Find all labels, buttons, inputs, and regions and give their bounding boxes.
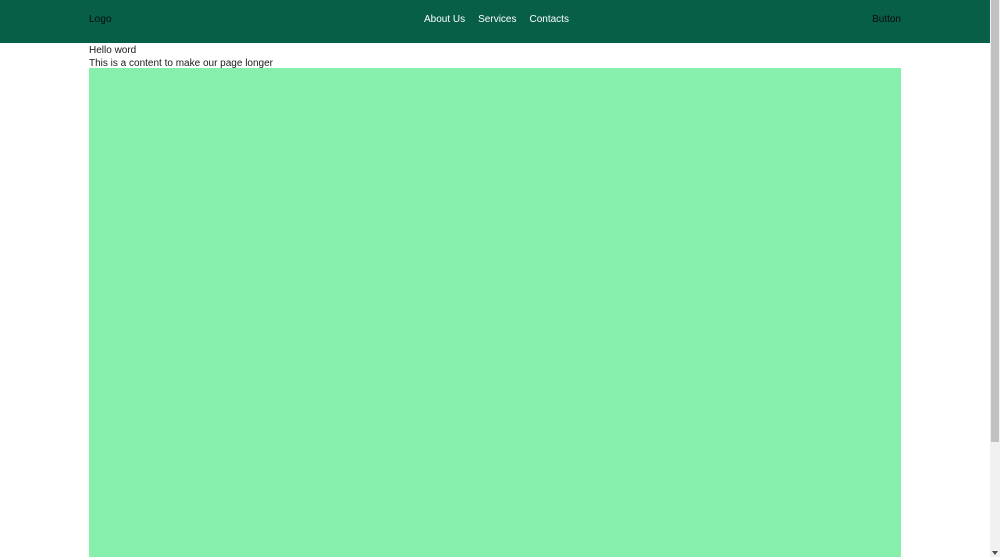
- nav-links: About Us Services Contacts: [424, 14, 569, 25]
- scroll-down-arrow-icon[interactable]: [992, 551, 998, 555]
- vertical-scrollbar[interactable]: [990, 0, 1000, 557]
- nav-link-contacts[interactable]: Contacts: [530, 14, 569, 25]
- navbar: Logo About Us Services Contacts Button: [0, 0, 990, 43]
- page: Logo About Us Services Contacts Button H…: [0, 0, 990, 557]
- scrollbar-thumb[interactable]: [991, 0, 999, 442]
- nav-link-about-us[interactable]: About Us: [424, 14, 465, 25]
- logo[interactable]: Logo: [89, 14, 112, 25]
- green-content-block: [89, 68, 901, 557]
- main-content: Hello word This is a content to make our…: [89, 43, 901, 70]
- header-button[interactable]: Button: [872, 14, 901, 25]
- nav-link-services[interactable]: Services: [478, 14, 516, 25]
- hello-heading: Hello word: [89, 45, 137, 56]
